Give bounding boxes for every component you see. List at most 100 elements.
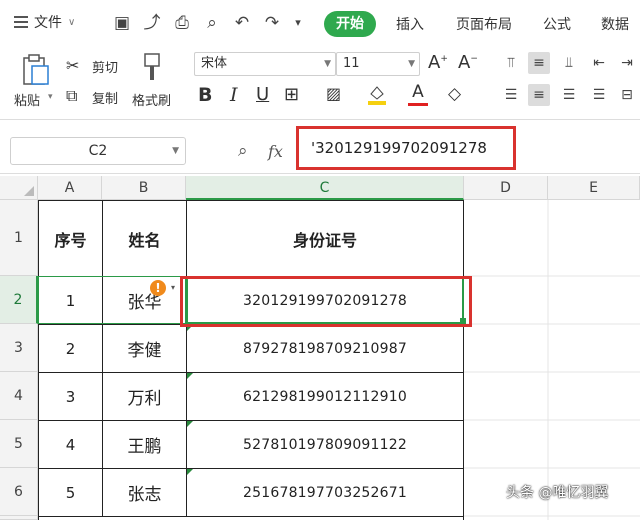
save-icon[interactable]: ▣ xyxy=(112,13,132,33)
header-name[interactable]: 姓名 xyxy=(103,201,187,277)
align-right-icon[interactable]: ☰ xyxy=(558,84,580,106)
justify-icon[interactable]: ☰ xyxy=(588,84,610,106)
id-value: 621298199012112910 xyxy=(243,388,407,405)
menu-icon xyxy=(14,16,28,28)
font-name-select[interactable]: 宋体 ▼ xyxy=(194,52,336,76)
row-header-5[interactable]: 5 xyxy=(0,420,38,468)
ribbon: 粘贴 ▾ ✂ 剪切 ⧉ 复制 格式刷 宋体 ▼ 11 ▼ A+ A− B I U… xyxy=(0,48,640,120)
data-table: 序号 姓名 身份证号 1 张华 320129199702091278 2 李健 … xyxy=(38,200,464,520)
table-cell-seq[interactable]: 5 xyxy=(39,469,103,517)
more-icon[interactable]: ▾ xyxy=(288,13,308,33)
tab-insert[interactable]: 插入 xyxy=(396,14,424,34)
paste-button[interactable] xyxy=(20,54,50,86)
print-preview-icon[interactable]: ⌕ xyxy=(202,13,222,33)
indent-decrease-icon[interactable]: ⇤ xyxy=(588,52,610,74)
decrease-font-icon[interactable]: A− xyxy=(458,52,478,73)
table-cell-seq[interactable]: 3 xyxy=(39,373,103,421)
table-cell-name[interactable]: 李健 xyxy=(103,325,187,373)
row-header-1[interactable]: 1 xyxy=(0,200,38,276)
export-icon[interactable]: ⤴ xyxy=(142,13,162,33)
table-cell-id[interactable]: 527810197809091122 xyxy=(187,421,463,469)
row-header-3[interactable]: 3 xyxy=(0,324,38,372)
align-center-icon[interactable]: ≡ xyxy=(528,84,550,106)
column-header-e[interactable]: E xyxy=(548,176,640,200)
empty-cells[interactable] xyxy=(464,200,640,520)
increase-font-icon[interactable]: A+ xyxy=(428,52,448,73)
format-painter-button[interactable]: 格式刷 xyxy=(132,90,171,109)
tab-page-layout[interactable]: 页面布局 xyxy=(456,14,512,34)
chevron-down-icon: ∨ xyxy=(68,16,76,28)
indent-increase-icon[interactable]: ⇥ xyxy=(616,52,638,74)
wrap-text-icon[interactable]: ⊟ xyxy=(616,84,638,106)
clipboard-icon xyxy=(23,54,49,85)
id-value: 251678197703252671 xyxy=(243,484,407,501)
border-icon[interactable]: ⊞ xyxy=(284,84,299,105)
undo-icon[interactable]: ↶ xyxy=(232,13,252,33)
italic-icon[interactable]: I xyxy=(230,84,238,106)
row-header-7[interactable] xyxy=(0,516,38,520)
eraser-icon[interactable]: ◇ xyxy=(448,84,461,104)
align-bottom-icon[interactable]: ⫫ xyxy=(558,52,580,74)
tab-data[interactable]: 数据 xyxy=(601,14,629,34)
header-seq[interactable]: 序号 xyxy=(39,201,103,277)
id-value: 527810197809091122 xyxy=(243,436,407,453)
align-top-icon[interactable]: ⫪ xyxy=(500,52,522,74)
scissors-icon: ✂ xyxy=(66,56,80,75)
table-cell-name[interactable]: 张志 xyxy=(103,469,187,517)
highlight-box xyxy=(180,276,472,327)
chevron-down-icon: ▼ xyxy=(408,59,415,69)
title-bar: 文件 ∨ ▣ ⤴ ⎙ ⌕ ↶ ↷ ▾ 开始 插入 页面布局 公式 数据 xyxy=(0,0,640,48)
font-size-select[interactable]: 11 ▼ xyxy=(336,52,420,76)
bold-icon[interactable]: B xyxy=(198,84,212,106)
format-painter-icon[interactable] xyxy=(140,52,164,82)
font-name-value: 宋体 xyxy=(201,56,228,71)
table-cell-id[interactable]: 879278198709210987 xyxy=(187,325,463,373)
column-header-d[interactable]: D xyxy=(464,176,548,200)
table-cell-name[interactable]: 万利 xyxy=(103,373,187,421)
tab-formulas[interactable]: 公式 xyxy=(543,14,571,34)
error-indicator-icon xyxy=(187,421,193,427)
file-menu[interactable]: 文件 ∨ xyxy=(14,12,75,32)
paste-label[interactable]: 粘贴 xyxy=(14,90,40,109)
fx-icon[interactable]: fx xyxy=(268,142,283,161)
row-header-4[interactable]: 4 xyxy=(0,372,38,420)
formula-input[interactable]: '320129199702091278 xyxy=(296,126,516,170)
column-header-b[interactable]: B xyxy=(102,176,186,200)
table-cell-seq[interactable]: 2 xyxy=(39,325,103,373)
table-cell-id[interactable]: 251678197703252671 xyxy=(187,469,463,517)
cell-reference: C2 xyxy=(88,143,108,159)
row-header-6[interactable]: 6 xyxy=(0,468,38,516)
table-cell-seq[interactable]: 4 xyxy=(39,421,103,469)
copy-button[interactable]: 复制 xyxy=(92,88,118,107)
chevron-down-icon: ▼ xyxy=(324,59,331,69)
chevron-down-icon[interactable]: ▾ xyxy=(171,283,175,292)
column-header-c[interactable]: C xyxy=(186,176,464,200)
header-id[interactable]: 身份证号 xyxy=(187,201,463,277)
font-color-icon[interactable]: A xyxy=(408,82,428,106)
copy-icon: ⧉ xyxy=(66,86,78,105)
font-size-value: 11 xyxy=(343,56,360,71)
redo-icon[interactable]: ↷ xyxy=(262,13,282,33)
select-all-corner[interactable] xyxy=(0,176,38,200)
cut-button[interactable]: 剪切 xyxy=(92,57,118,76)
align-left-icon[interactable]: ☰ xyxy=(500,84,522,106)
print-icon[interactable]: ⎙ xyxy=(172,13,192,33)
row-header-2[interactable]: 2 xyxy=(0,276,38,324)
fill-color-icon[interactable] xyxy=(366,82,388,106)
id-value: 879278198709210987 xyxy=(243,340,407,357)
fill-style-icon[interactable]: ▨ xyxy=(326,84,341,103)
column-header-a[interactable]: A xyxy=(38,176,102,200)
file-menu-label: 文件 xyxy=(34,15,62,31)
zoom-icon[interactable]: ⌕ xyxy=(238,141,248,161)
tab-home[interactable]: 开始 xyxy=(324,11,376,37)
fill-handle[interactable] xyxy=(460,318,466,324)
table-cell-name[interactable]: 王鹏 xyxy=(103,421,187,469)
name-box[interactable]: C2 ▼ xyxy=(10,137,186,165)
table-cell-id[interactable]: 621298199012112910 xyxy=(187,373,463,421)
align-middle-icon[interactable]: ≡ xyxy=(528,52,550,74)
table-cell-seq[interactable]: 1 xyxy=(39,277,103,325)
chevron-down-icon[interactable]: ▾ xyxy=(48,92,53,102)
underline-icon[interactable]: U xyxy=(256,84,269,105)
warning-icon[interactable]: ! xyxy=(150,280,166,296)
chevron-down-icon: ▼ xyxy=(172,146,179,156)
